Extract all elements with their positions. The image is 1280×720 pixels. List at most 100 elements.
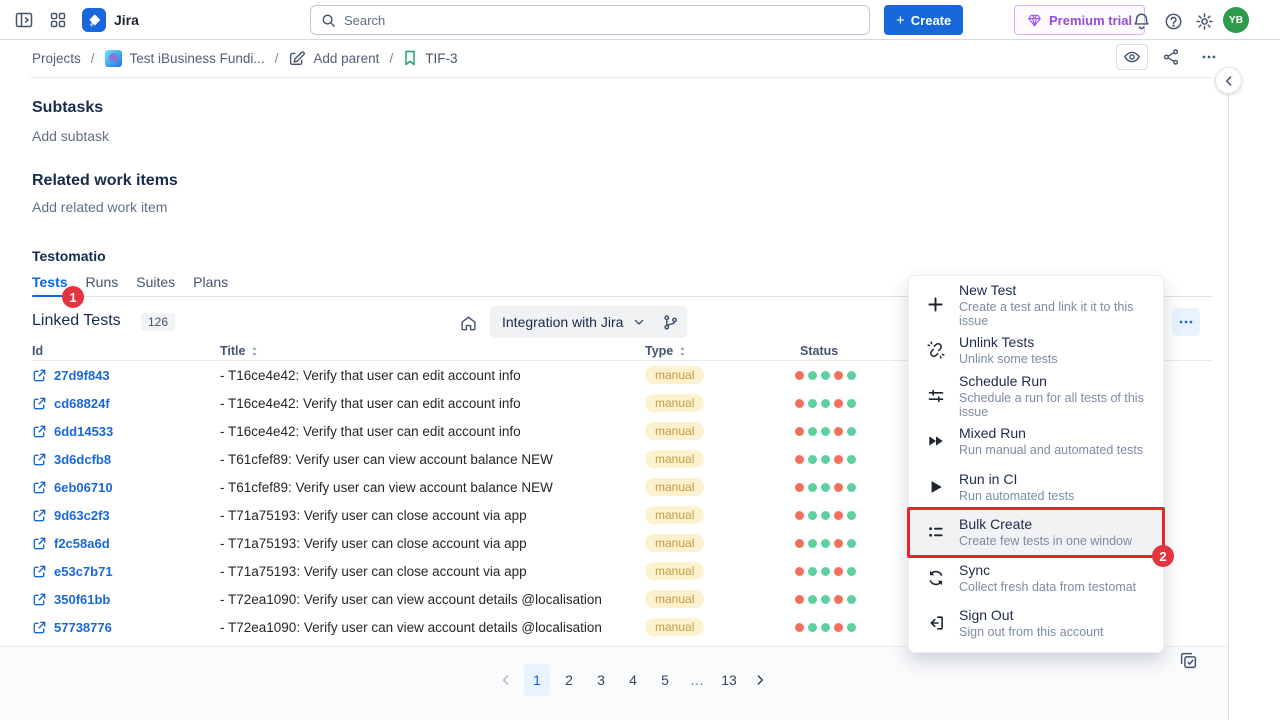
pagination-page-13[interactable]: 13 [716,664,742,696]
external-link-icon [32,396,47,411]
jira-logo[interactable] [82,8,106,32]
plus-icon [927,296,945,313]
test-title: - T72ea1090: Verify user can view accoun… [220,613,602,641]
unlink-icon [927,341,945,359]
annotation-step-2-badge: 2 [1152,545,1174,567]
header-divider [30,77,1212,78]
test-id-link[interactable]: 57738776 [32,613,112,641]
sidebar-toggle-icon[interactable] [12,8,36,32]
status-dot-fail [795,567,804,576]
menu-item-unlink-tests[interactable]: Unlink TestsUnlink some tests [909,328,1163,374]
add-parent-button[interactable]: Add parent [288,50,379,67]
pagination-page-4[interactable]: 4 [620,664,646,696]
status-dot-pass [821,623,830,632]
status-dot-fail [834,427,843,436]
test-id-link[interactable]: f2c58a6d [32,529,110,557]
test-title: - T71a75193: Verify user can close accou… [220,501,527,529]
tests-more-menu-button[interactable] [1172,308,1200,336]
premium-trial-button[interactable]: Premium trial [1014,5,1145,35]
share-icon[interactable] [1156,44,1186,70]
linked-tests-label: Linked Tests [32,312,121,330]
menu-item-title: Bulk Create [959,516,1132,532]
external-link-icon [32,480,47,495]
settings-gear-icon[interactable] [1193,10,1215,32]
test-id-link[interactable]: 9d63c2f3 [32,501,110,529]
column-header-title[interactable]: Title [220,344,260,358]
pagination-page-5[interactable]: 5 [652,664,678,696]
pagination-next-icon[interactable] [748,664,772,696]
tab-runs[interactable]: Runs [86,274,119,296]
menu-item-schedule-run[interactable]: Schedule RunSchedule a run for all tests… [909,373,1163,419]
status-dot-pass [847,623,856,632]
sign-out-icon [927,614,945,632]
branch-icon-button[interactable] [653,306,687,338]
watch-eye-icon[interactable] [1116,44,1148,70]
column-header-id[interactable]: Id [32,344,43,358]
menu-item-new-test[interactable]: New TestCreate a test and link it it to … [909,282,1163,328]
add-subtask-button[interactable]: Add subtask [32,128,109,144]
pagination-page-2[interactable]: 2 [556,664,582,696]
menu-item-title: Schedule Run [959,373,1149,389]
external-link-icon [32,620,47,635]
menu-item-subtitle: Unlink some tests [959,352,1058,366]
menu-item-sign-out[interactable]: Sign OutSign out from this account [909,601,1163,647]
annotation-step-1-badge: 1 [62,286,84,308]
status-dot-pass [808,623,817,632]
plus-icon: + [896,12,905,29]
status-dot-fail [834,455,843,464]
status-dot-pass [847,399,856,408]
test-id-link[interactable]: cd68824f [32,389,110,417]
menu-item-mixed-run[interactable]: Mixed RunRun manual and automated tests [909,419,1163,465]
breadcrumb-project[interactable]: Test iBusiness Fundi... [105,50,265,67]
notifications-bell-icon[interactable] [1130,10,1152,32]
status-dot-pass [847,595,856,604]
external-link-icon [32,564,47,579]
create-button[interactable]: +Create [884,5,963,35]
menu-item-title: Sign Out [959,607,1104,623]
multi-select-icon[interactable] [1176,648,1200,672]
external-link-icon [32,508,47,523]
tab-suites[interactable]: Suites [136,274,175,296]
more-actions-icon[interactable] [1194,44,1224,70]
menu-item-run-in-ci[interactable]: Run in CIRun automated tests [909,464,1163,510]
status-dot-pass [821,371,830,380]
status-dot-fail [834,567,843,576]
test-status-dots [795,613,856,641]
search-bar[interactable] [310,5,870,35]
add-related-work-item-button[interactable]: Add related work item [32,199,167,215]
panel-collapse-chevron-icon[interactable] [1215,67,1242,94]
status-dot-pass [847,539,856,548]
test-id-link[interactable]: 6eb06710 [32,473,113,501]
user-avatar[interactable]: YB [1223,7,1249,33]
external-link-icon [32,592,47,607]
app-switcher-icon[interactable] [46,8,70,32]
home-icon[interactable] [456,311,480,335]
status-dot-pass [821,539,830,548]
search-input[interactable] [344,13,859,28]
test-id-link[interactable]: 3d6dcfb8 [32,445,111,473]
help-icon[interactable] [1162,10,1184,32]
breadcrumb-separator: / [275,51,279,66]
pagination-page-3[interactable]: 3 [588,664,614,696]
test-id-link[interactable]: 27d9f843 [32,361,110,389]
column-header-type[interactable]: Type [645,344,688,358]
test-id-link[interactable]: 6dd14533 [32,417,113,445]
menu-item-bulk-create[interactable]: Bulk CreateCreate few tests in one windo… [909,510,1163,556]
breadcrumb-issue-key[interactable]: TIF-3 [403,50,457,66]
status-dot-pass [847,567,856,576]
pagination-page-1[interactable]: 1 [524,664,550,696]
test-id-link[interactable]: e53c7b71 [32,557,113,585]
pagination-prev-icon[interactable] [494,664,518,696]
status-dot-fail [795,371,804,380]
test-type-badge: manual [645,590,704,608]
breadcrumb-projects[interactable]: Projects [32,51,81,66]
test-status-dots [795,473,856,501]
sort-icon [677,346,688,357]
sort-icon [249,346,260,357]
project-selector-dropdown[interactable]: Integration with Jira [490,306,658,338]
status-dot-fail [834,595,843,604]
menu-item-sync[interactable]: SyncCollect fresh data from testomat [909,555,1163,601]
test-id-link[interactable]: 350f61bb [32,585,110,613]
tab-plans[interactable]: Plans [193,274,228,296]
status-dot-fail [795,511,804,520]
